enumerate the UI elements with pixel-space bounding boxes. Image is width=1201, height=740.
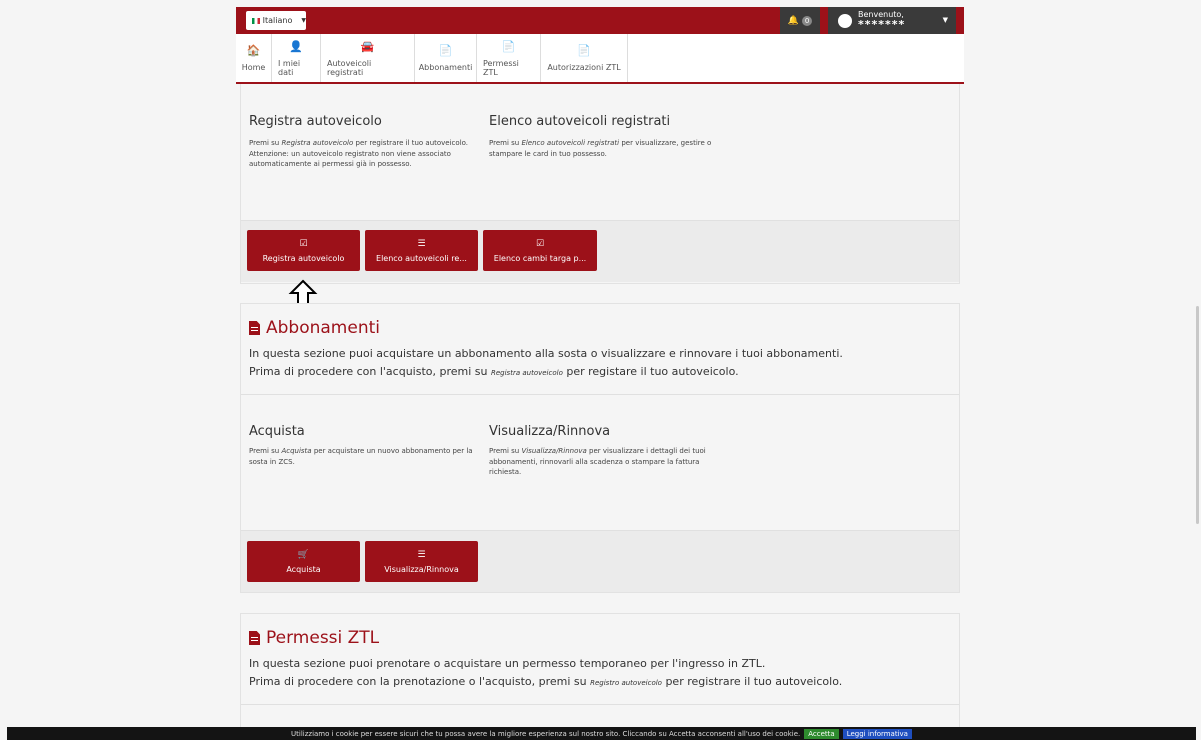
visualizza-rinnova-button[interactable]: ☰ Visualizza/Rinnova — [365, 541, 478, 582]
notification-count: 0 — [802, 15, 813, 26]
acquista-button[interactable]: 🛒 Acquista — [247, 541, 360, 582]
button-label: Registra autoveicolo — [262, 253, 345, 263]
permessi-panel: Permessi ZTL In questa sezione puoi pren… — [240, 613, 960, 733]
language-select[interactable]: Italiano ▼ — [246, 11, 306, 30]
nav-item-label: I miei dati — [278, 58, 301, 77]
button-label: Elenco cambi targa p... — [493, 253, 587, 263]
permessi-intro: In questa sezione puoi prenotare o acqui… — [249, 655, 842, 691]
intro-line: In questa sezione puoi acquistare un abb… — [249, 347, 843, 360]
nav-item-autoveicoli[interactable]: 🚘 Autoveicoli registrati — [321, 34, 415, 82]
divider — [241, 704, 959, 705]
chevron-down-icon: ▼ — [942, 16, 948, 24]
list-icon: ☰ — [417, 238, 426, 249]
visualizza-description: Premi su Visualizza/Rinnova per visualiz… — [489, 446, 719, 478]
section-title: Permessi ZTL — [266, 628, 380, 648]
cookie-banner: Utilizziamo i cookie per essere sicuri c… — [7, 727, 1196, 740]
top-bar: Italiano ▼ 🔔 0 Benvenuto, ******* ▼ — [236, 7, 964, 34]
desc-text: Premi su — [489, 447, 522, 455]
elenco-cambi-targa-button[interactable]: ☑ Elenco cambi targa p... — [483, 230, 597, 271]
registra-autoveicolo-button[interactable]: ☑ Registra autoveicolo — [247, 230, 360, 271]
avatar-icon — [836, 11, 854, 30]
registra-column: Registra autoveicolo Premi su Registra a… — [249, 114, 479, 170]
nav-item-autorizzazioni-ztl[interactable]: 📄 Autorizzazioni ZTL — [541, 34, 628, 82]
autoveicoli-panel: Registra autoveicolo Premi su Registra a… — [240, 84, 960, 284]
desc-emphasis: Registra autoveicolo — [281, 139, 354, 147]
button-label: Acquista — [286, 564, 321, 574]
car-icon: 🚘 — [360, 39, 375, 53]
cookie-text: Utilizziamo i cookie per essere sicuri c… — [291, 729, 801, 738]
registra-description: Premi su Registra autoveicolo per regist… — [249, 138, 479, 170]
user-info: Benvenuto, ******* — [858, 11, 906, 31]
abbonamenti-heading: Abbonamenti — [249, 318, 380, 338]
cart-icon: 🛒 — [297, 549, 310, 560]
nav-item-label: Permessi ZTL — [483, 58, 519, 77]
acquista-column: Acquista Premi su Acquista per acquistar… — [249, 424, 479, 467]
elenco-column: Elenco autoveicoli registrati Premi su E… — [489, 114, 719, 159]
nav-item-abbonamenti[interactable]: 📄 Abbonamenti — [415, 34, 477, 82]
document-icon: 📄 — [438, 44, 453, 57]
nav-item-home[interactable]: 🏠 Home — [236, 34, 272, 82]
elenco-description: Premi su Elenco autoveicoli registrati p… — [489, 138, 719, 159]
main-nav: 🏠 Home 👤 I miei dati 🚘 Autoveicoli regis… — [236, 34, 964, 84]
page: Italiano ▼ 🔔 0 Benvenuto, ******* ▼ 🏠 Ho… — [0, 0, 1201, 740]
abbonamenti-panel: Abbonamenti In questa sezione puoi acqui… — [240, 303, 960, 593]
nav-item-permessi-ztl[interactable]: 📄 Permessi ZTL — [477, 34, 541, 82]
permessi-heading: Permessi ZTL — [249, 628, 379, 648]
list-icon: ☰ — [417, 549, 426, 560]
checkbox-icon: ☑ — [535, 238, 545, 249]
user-name: ******* — [858, 18, 906, 31]
cookie-accept-button[interactable]: Accetta — [804, 728, 839, 739]
intro-line: In questa sezione puoi prenotare o acqui… — [249, 657, 766, 670]
registra-title: Registra autoveicolo — [249, 114, 382, 129]
nav-item-label: Autorizzazioni ZTL — [547, 63, 621, 72]
document-icon — [249, 321, 260, 335]
section-title: Abbonamenti — [266, 318, 380, 338]
home-icon: 🏠 — [246, 44, 261, 57]
user-icon: 👤 — [289, 39, 303, 53]
italian-flag-icon — [252, 17, 260, 24]
notifications-button[interactable]: 🔔 0 — [780, 7, 820, 34]
language-label: Italiano — [262, 16, 293, 25]
intro-emphasis: Registro autoveicolo — [590, 679, 662, 688]
intro-line: Prima di procedere con la prenotazione o… — [249, 675, 591, 689]
desc-text: Premi su — [249, 447, 282, 455]
desc-emphasis: Acquista — [281, 447, 312, 455]
elenco-autoveicoli-button[interactable]: ☰ Elenco autoveicoli re... — [365, 230, 478, 271]
desc-text: per registrare il tuo autoveicolo. — [353, 139, 469, 147]
button-label: Elenco autoveicoli re... — [376, 253, 467, 263]
nav-item-label: Autoveicoli registrati — [327, 58, 372, 77]
visualizza-column: Visualizza/Rinnova Premi su Visualizza/R… — [489, 424, 719, 478]
elenco-title: Elenco autoveicoli registrati — [489, 114, 671, 129]
nav-item-miei-dati[interactable]: 👤 I miei dati — [272, 34, 321, 82]
document-icon: 📄 — [501, 39, 516, 53]
button-label: Visualizza/Rinnova — [384, 564, 459, 574]
desc-text: Premi su — [489, 139, 522, 147]
scrollbar[interactable] — [1196, 306, 1199, 524]
checkbox-icon: ☑ — [299, 238, 308, 249]
visualizza-title: Visualizza/Rinnova — [489, 424, 611, 439]
autoveicoli-actions: ☑ Registra autoveicolo ☰ Elenco autoveic… — [241, 220, 959, 282]
desc-emphasis: Visualizza/Rinnova — [521, 447, 587, 455]
chevron-down-icon: ▼ — [301, 17, 306, 24]
acquista-title: Acquista — [249, 424, 305, 439]
desc-emphasis: Elenco autoveicoli registrati — [521, 139, 620, 147]
intro-line: per registrare il tuo autoveicolo. — [661, 675, 843, 689]
document-icon: 📄 — [577, 44, 591, 57]
desc-text: Premi su — [249, 139, 282, 147]
bell-icon: 🔔 — [787, 15, 800, 26]
intro-line: Prima di procedere con l'acquisto, premi… — [249, 365, 491, 379]
desc-warning: Attenzione: un autoveicolo registrato no… — [249, 149, 451, 169]
intro-line: per registare il tuo autoveicolo. — [562, 365, 739, 379]
cookie-info-link[interactable]: Leggi informativa — [842, 728, 912, 739]
divider — [241, 394, 959, 395]
abbonamenti-intro: In questa sezione puoi acquistare un abb… — [249, 345, 843, 381]
nav-item-label: Home — [241, 63, 266, 72]
abbonamenti-actions: 🛒 Acquista ☰ Visualizza/Rinnova — [241, 530, 959, 592]
document-icon — [249, 631, 260, 645]
user-menu[interactable]: Benvenuto, ******* ▼ — [828, 7, 956, 34]
nav-item-label: Abbonamenti — [418, 63, 473, 72]
intro-emphasis: Registra autoveicolo — [491, 369, 563, 378]
acquista-description: Premi su Acquista per acquistare un nuov… — [249, 446, 479, 467]
